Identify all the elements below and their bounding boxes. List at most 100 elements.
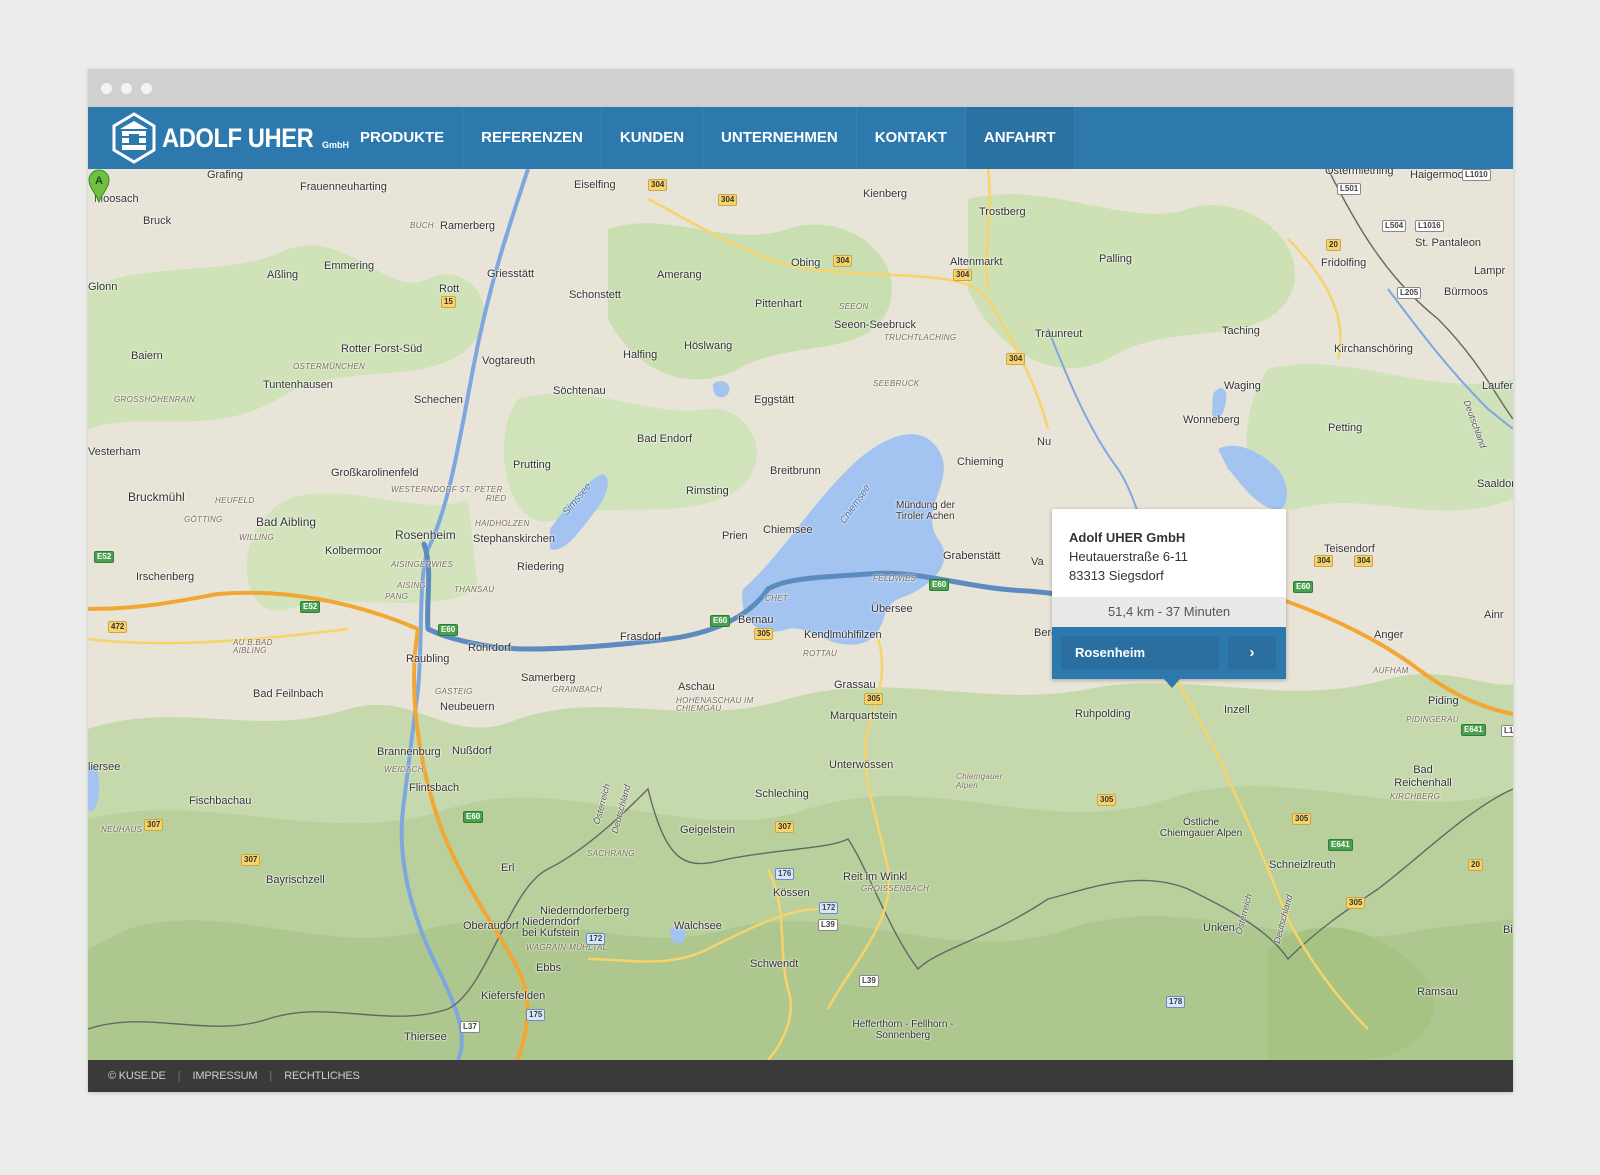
map-label: Grabenstätt [943,550,1001,562]
nav-item-kunden[interactable]: KUNDEN [602,107,704,169]
map-label: OSTERMÜNCHEN [293,362,366,371]
window-zoom-dot[interactable] [141,83,152,94]
road-shield: L1 [1501,725,1513,737]
map-label: GÖTTING [184,515,223,524]
map-label: Breitbrunn [770,465,821,477]
nav-item-referenzen[interactable]: REFERENZEN [463,107,602,169]
footer-link-impressum[interactable]: IMPRESSUM [193,1070,258,1082]
road-shield: E641 [1461,724,1486,736]
map-label: Thiersee [404,1031,447,1043]
route-go-button[interactable]: › [1228,636,1276,670]
map-label: Bad Reichenhall [1394,764,1452,789]
map-label: Altenmarkt [950,256,1003,268]
map-label: Palling [1099,253,1133,265]
map-label: Raubling [406,653,450,665]
road-shield: 20 [1326,239,1341,251]
origin-input[interactable]: Rosenheim [1061,636,1219,670]
road-shield: E60 [710,615,731,627]
map-label: Fridolfing [1321,257,1367,269]
road-shield: L504 [1382,220,1407,232]
road-shield: 304 [1354,555,1374,567]
map-label: Saaldorf [1477,478,1513,490]
road-shield: 305 [1292,813,1312,825]
nav-item-kontakt[interactable]: KONTAKT [857,107,966,169]
map-label: Ramsau [1417,986,1458,998]
map-label: Seeon-Seebruck [834,319,916,331]
nav-item-anfahrt[interactable]: ANFAHRT [965,107,1075,169]
map-label: PANG [385,592,409,601]
map-label: Eggstätt [754,394,795,406]
map-label: Piding [1428,695,1459,707]
map-label: GROISSENBACH [861,884,930,893]
road-shield: L205 [1397,287,1422,299]
map-label: Schneizlreuth [1269,859,1336,871]
map-label: Reit im Winkl [843,871,908,883]
map-label: PIDINGERAU [1406,715,1459,724]
map-label: Kiefersfelden [481,990,546,1002]
map-label: BUCH [410,221,434,230]
map-label: HEUFELD [215,496,255,505]
popup-pointer [1164,679,1180,688]
nav-item-unternehmen[interactable]: UNTERNEHMEN [703,107,857,169]
footer-separator: | [269,1070,273,1082]
map-label: RIED [486,494,507,503]
map-label: Glonn [88,281,118,293]
map-label: Brannenburg [377,746,441,758]
map-label: Prutting [513,459,551,471]
map-label: Rotter Forst-Süd [341,343,423,355]
route-map[interactable]: Grafing Frauenneuharting Moosach Bruck E… [88,169,1513,1060]
map-label: THANSAU [454,585,495,594]
map-label: Großkarolinenfeld [331,467,419,479]
road-shield: L1010 [1462,169,1491,181]
window-minimize-dot[interactable] [121,83,132,94]
road-shield: E60 [463,811,484,823]
road-shield: L1016 [1415,220,1444,232]
map-label: Bayrischzell [266,874,325,886]
road-shield: 307 [775,821,795,833]
map-label: Nußdorf [452,745,492,757]
window-close-dot[interactable] [101,83,112,94]
browser-titlebar [88,69,1513,107]
map-label: Rosenheim [395,528,456,542]
map-label: Pittenhart [755,298,803,310]
map-label: Ainr [1484,609,1504,621]
logo-wordmark: ADOLF UHER [162,122,314,153]
map-label: Va [1031,556,1044,568]
map-label: Chiemgauer Alpen [956,772,1003,790]
road-shield: 304 [648,179,668,191]
footer-link-kuse[interactable]: © KUSE.DE [108,1070,166,1082]
road-shield: E52 [300,601,321,613]
nav-item-produkte[interactable]: PRODUKTE [342,107,464,169]
map-label: Trostberg [979,206,1026,218]
road-shield: 172 [586,933,606,945]
map-label: Eiselfing [574,179,616,191]
road-shield: 15 [441,296,456,308]
map-label: HOHENASCHAU IM CHIEMGAU [676,696,754,713]
map-label: Chieming [957,456,1004,468]
road-shield: 305 [1346,897,1366,909]
map-label: AUFHAM [1373,666,1409,675]
site-logo[interactable]: ADOLF UHER GmbH [112,112,349,164]
road-shield: 472 [108,621,128,633]
map-label: Traunreut [1035,328,1083,340]
map-label: Neubeuern [440,701,495,713]
map-label: Östliche Chiemgauer Alpen [1159,817,1243,839]
map-label: Aschau [678,681,715,693]
map-label: Rimsting [686,485,729,497]
map-label: Schonstett [569,289,621,301]
map-label: Wonneberg [1183,414,1240,426]
map-label: Schechen [414,394,463,406]
map-label: Anger [1374,629,1404,641]
road-shield: 304 [718,194,738,206]
map-label: HAIDHOLZEN [475,519,530,528]
start-marker-icon[interactable]: A [88,169,110,203]
map-label: Lampr [1474,265,1506,277]
map-label: Frasdorf [620,631,661,643]
map-label: Irschenberg [136,571,195,583]
map-label: Emmering [324,260,375,272]
map-label: Prien [722,530,748,542]
map-label: Kendlmühlfilzen [804,629,882,641]
footer-link-rechtliches[interactable]: RECHTLICHES [284,1070,360,1082]
route-origin-form: Rosenheim › [1052,627,1286,679]
map-label: GRAINBACH [552,685,603,694]
